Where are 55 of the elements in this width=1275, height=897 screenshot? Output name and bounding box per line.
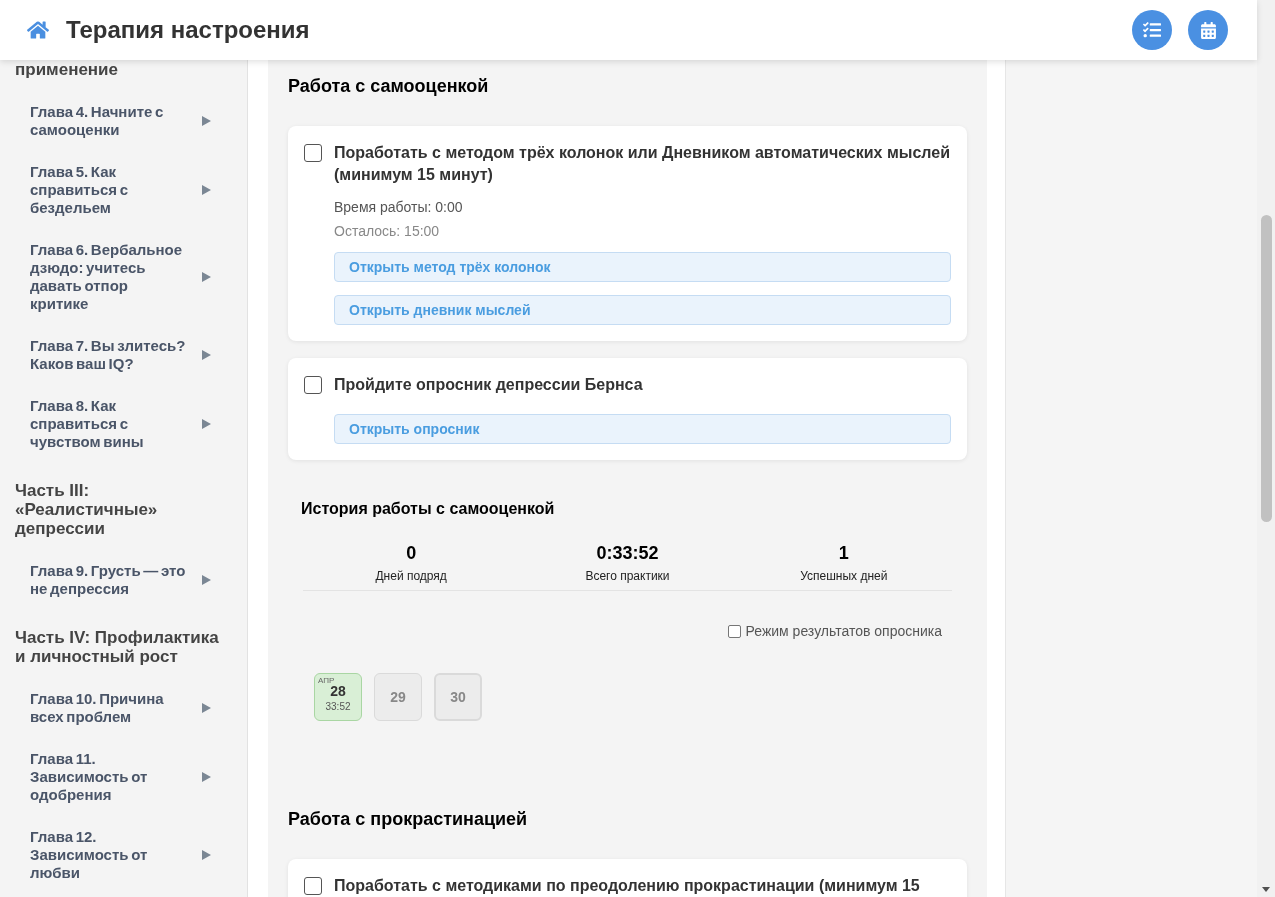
chapter-item[interactable]: Глава 9. Грусть — это не депрессия <box>0 550 247 610</box>
remaining-time-text: Осталось: 15:00 <box>334 222 441 241</box>
task-checkbox[interactable] <box>304 877 322 895</box>
part-heading[interactable]: Часть III: «Реалистичные» депрессии <box>0 463 247 550</box>
stat-value: 1 <box>838 542 849 565</box>
app-title: Терапия настроения <box>66 16 310 44</box>
task-title: Поработать с методом трёх колонок или Дневником автоматических мыслей (минимум 15 минут) <box>334 143 951 185</box>
caret-right-icon <box>202 116 211 126</box>
task-title: Пройдите опросник депрессии Бернса <box>334 375 644 395</box>
task-checkbox[interactable] <box>304 144 322 162</box>
caret-right-icon <box>202 850 211 860</box>
scrollbar-track[interactable] <box>1257 0 1275 897</box>
calendar-button[interactable] <box>1188 10 1228 50</box>
chapter-item[interactable]: Глава 4. Начните с самооценки <box>0 91 247 151</box>
home-icon[interactable] <box>27 20 49 40</box>
history-title: История работы с самооценкой <box>300 499 556 519</box>
caret-right-icon <box>202 575 211 585</box>
quiz-mode-checkbox[interactable] <box>727 624 741 638</box>
chapter-item[interactable]: Глава 5. Как справиться с бездельем <box>0 151 247 229</box>
day-cell[interactable]: АПР 28 33:52 <box>314 673 362 721</box>
caret-right-icon <box>202 185 211 195</box>
scroll-down-arrow-icon[interactable] <box>1262 887 1270 892</box>
day-number: 29 <box>390 689 406 705</box>
elapsed-time-text: Время работы: 0:00 <box>334 198 464 217</box>
chapter-item[interactable]: Глава 10. Причина всех проблем <box>0 678 247 738</box>
day-number: 28 <box>330 684 346 698</box>
part-heading[interactable]: Часть IV: Профилактика и личностный рост <box>0 610 247 678</box>
day-time: 33:52 <box>325 701 351 713</box>
stat-value: 0 <box>406 542 417 565</box>
task-checkbox[interactable] <box>304 376 322 394</box>
chapter-item[interactable]: Глава 6. Вербальное дзюдо: учитесь давать отпор критике <box>0 229 247 325</box>
section-title: Работа с самооценкой <box>288 75 490 98</box>
stat-label: Всего практики <box>585 568 670 584</box>
caret-right-icon <box>202 272 211 282</box>
chapter-item[interactable]: Глава 12. Зависимость от любви <box>0 816 247 894</box>
caret-right-icon <box>202 350 211 360</box>
stat-label: Успешных дней <box>800 568 888 584</box>
task-title: Поработать с методиками по преодолению прокрастинации (минимум 15 <box>334 876 921 896</box>
month-label: АПР <box>318 676 335 685</box>
stat-value: 0:33:52 <box>596 542 659 565</box>
chapter-item[interactable]: Глава 11. Зависимость от одобрения <box>0 738 247 816</box>
scrollbar-thumb[interactable] <box>1260 215 1272 522</box>
caret-right-icon <box>202 419 211 429</box>
calendar-icon <box>1200 21 1216 39</box>
caret-right-icon <box>202 772 211 782</box>
chapter-item[interactable]: Глава 7. Вы злитесь? Каков ваш IQ? <box>0 325 247 385</box>
checklist-icon <box>1143 22 1161 38</box>
day-number: 30 <box>450 689 466 705</box>
stat-label: Дней подряд <box>375 568 447 584</box>
checklist-button[interactable] <box>1132 10 1172 50</box>
section-title: Работа с прокрастинацией <box>288 808 529 831</box>
caret-right-icon <box>202 703 211 713</box>
chapter-item[interactable]: Глава 8. Как справиться с чувством вины <box>0 385 247 463</box>
part-heading[interactable]: применение <box>0 60 247 91</box>
quiz-mode-label[interactable]: Режим результатов опросника <box>745 621 942 641</box>
